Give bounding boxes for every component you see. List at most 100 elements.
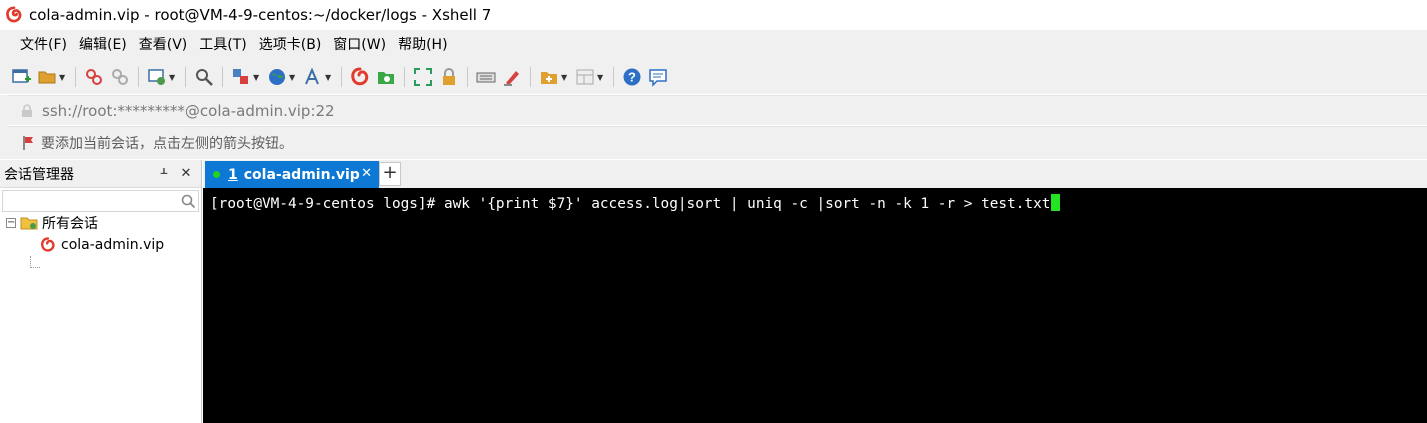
toolbar: ▼ ▼ ▼ ▼ ▼ ▼ ▼ ?: [0, 60, 1427, 94]
xshell-session-icon: [41, 237, 55, 252]
menu-window[interactable]: 窗口(W): [327, 33, 392, 57]
search-icon[interactable]: [180, 193, 196, 209]
toolbar-separator: [404, 67, 405, 87]
folder-icon: [20, 217, 38, 230]
session-manager-title: 会话管理器: [4, 166, 74, 183]
layout-button[interactable]: ▼: [572, 64, 608, 90]
toolbar-separator: [222, 67, 223, 87]
dropdown-arrow-icon[interactable]: ▼: [169, 73, 177, 82]
toolbar-separator: [138, 67, 139, 87]
xshell-button[interactable]: [347, 64, 373, 90]
pin-icon[interactable]: ᚆ: [157, 166, 171, 181]
terminal-line: [root@VM-4-9-centos logs]# awk '{print $…: [210, 194, 1061, 213]
new-tab-group-button[interactable]: ▼: [536, 64, 572, 90]
title-bar: cola-admin.vip - root@VM-4-9-centos:~/do…: [0, 0, 1427, 30]
toolbar-separator: [613, 67, 614, 87]
dropdown-arrow-icon[interactable]: ▼: [59, 73, 67, 82]
dropdown-arrow-icon[interactable]: ▼: [325, 73, 333, 82]
toolbar-separator: [341, 67, 342, 87]
terminal-prompt: [root@VM-4-9-centos logs]#: [210, 196, 444, 212]
tree-session-item[interactable]: cola-admin.vip: [0, 234, 201, 256]
font-icon: [305, 67, 319, 85]
toolbar-edge: [0, 95, 8, 159]
folder-label: 所有会话: [42, 216, 98, 232]
xshell-app-icon: [6, 6, 22, 23]
new-session-button[interactable]: [8, 64, 34, 90]
layout-icon: [576, 69, 594, 85]
disconnect-button[interactable]: [107, 64, 133, 90]
lock-icon: [443, 68, 455, 85]
toolbar-separator: [530, 67, 531, 87]
globe-button[interactable]: ▼: [264, 64, 300, 90]
close-icon[interactable]: ✕: [179, 166, 193, 181]
help-button[interactable]: ?: [619, 64, 645, 90]
terminal-cursor: [1051, 194, 1061, 211]
menu-edit[interactable]: 编辑(E): [73, 33, 133, 57]
tab-label: 1 cola-admin.vip: [228, 167, 360, 183]
keyboard-icon: [476, 72, 496, 83]
fullscreen-icon: [414, 68, 432, 86]
find-icon: [196, 69, 213, 86]
session-label: cola-admin.vip: [61, 237, 165, 253]
menu-file[interactable]: 文件(F): [14, 33, 73, 57]
hint-text: 要添加当前会话，点击左侧的箭头按钮。: [41, 136, 293, 152]
find-button[interactable]: [191, 64, 217, 90]
fullscreen-button[interactable]: [410, 64, 436, 90]
connect-icon: [86, 69, 102, 85]
session-manager-panel: 会话管理器 ᚆ ✕ − 所有会话 cola-admin.vip: [0, 160, 202, 423]
svg-text:?: ?: [628, 70, 636, 85]
new-tab-button[interactable]: +: [379, 162, 401, 186]
session-search-input[interactable]: [2, 190, 199, 212]
globe-icon: [269, 69, 285, 85]
chat-button[interactable]: [645, 64, 671, 90]
highlight-icon: [504, 71, 519, 86]
session-manager-header: 会话管理器 ᚆ ✕: [0, 160, 201, 188]
connection-status-icon: [213, 171, 220, 178]
menu-tools[interactable]: 工具(T): [193, 33, 252, 57]
open-folder-icon: [38, 71, 56, 84]
properties-icon: [148, 69, 165, 85]
tree-connector: [30, 267, 40, 268]
menu-tabs[interactable]: 选项卡(B): [253, 33, 328, 57]
open-button[interactable]: ▼: [34, 64, 70, 90]
toolbar-separator: [185, 67, 186, 87]
xftp-button[interactable]: [373, 64, 399, 90]
window-title: cola-admin.vip - root@VM-4-9-centos:~/do…: [29, 6, 492, 24]
dropdown-arrow-icon[interactable]: ▼: [253, 73, 261, 82]
dropdown-arrow-icon[interactable]: ▼: [561, 73, 569, 82]
address-bar[interactable]: ssh://root:*********@cola-admin.vip:22: [8, 95, 1427, 125]
chat-icon: [649, 69, 667, 87]
properties-button[interactable]: ▼: [144, 64, 180, 90]
help-icon: ?: [623, 68, 641, 86]
transfer-button[interactable]: ▼: [228, 64, 264, 90]
keyboard-button[interactable]: [473, 64, 499, 90]
lock-button[interactable]: [436, 64, 462, 90]
transfer-icon: [233, 69, 248, 84]
dropdown-arrow-icon[interactable]: ▼: [289, 73, 297, 82]
collapse-toggle-icon[interactable]: −: [6, 218, 16, 228]
highlight-button[interactable]: [499, 64, 525, 90]
xshell-icon: [351, 67, 369, 86]
lock-icon: [22, 103, 32, 117]
tab-session-1[interactable]: 1 cola-admin.vip ✕: [205, 161, 379, 188]
tree-folder-all-sessions[interactable]: − 所有会话: [0, 212, 201, 234]
dropdown-arrow-icon[interactable]: ▼: [597, 73, 605, 82]
new-session-icon: [12, 69, 31, 83]
toolbar-separator: [467, 67, 468, 87]
connect-button[interactable]: [81, 64, 107, 90]
xftp-icon: [378, 72, 394, 84]
menu-view[interactable]: 查看(V): [133, 33, 194, 57]
disconnect-icon: [112, 69, 128, 85]
font-button[interactable]: ▼: [300, 64, 336, 90]
menu-bar: 文件(F) 编辑(E) 查看(V) 工具(T) 选项卡(B) 窗口(W) 帮助(…: [0, 30, 1427, 60]
arrow-flag-icon[interactable]: [22, 135, 34, 151]
tab-title: cola-admin.vip: [243, 166, 360, 183]
session-tree: − 所有会话 cola-admin.vip: [0, 212, 201, 268]
tab-number: 1: [228, 166, 238, 183]
menu-help[interactable]: 帮助(H): [392, 33, 453, 57]
terminal-area[interactable]: [root@VM-4-9-centos logs]# awk '{print $…: [203, 188, 1427, 423]
new-tab-group-icon: [541, 72, 557, 84]
address-text[interactable]: ssh://root:*********@cola-admin.vip:22: [42, 102, 335, 120]
terminal-command: awk '{print $7}' access.log|sort | uniq …: [443, 196, 1051, 212]
close-tab-icon[interactable]: ✕: [361, 166, 372, 181]
